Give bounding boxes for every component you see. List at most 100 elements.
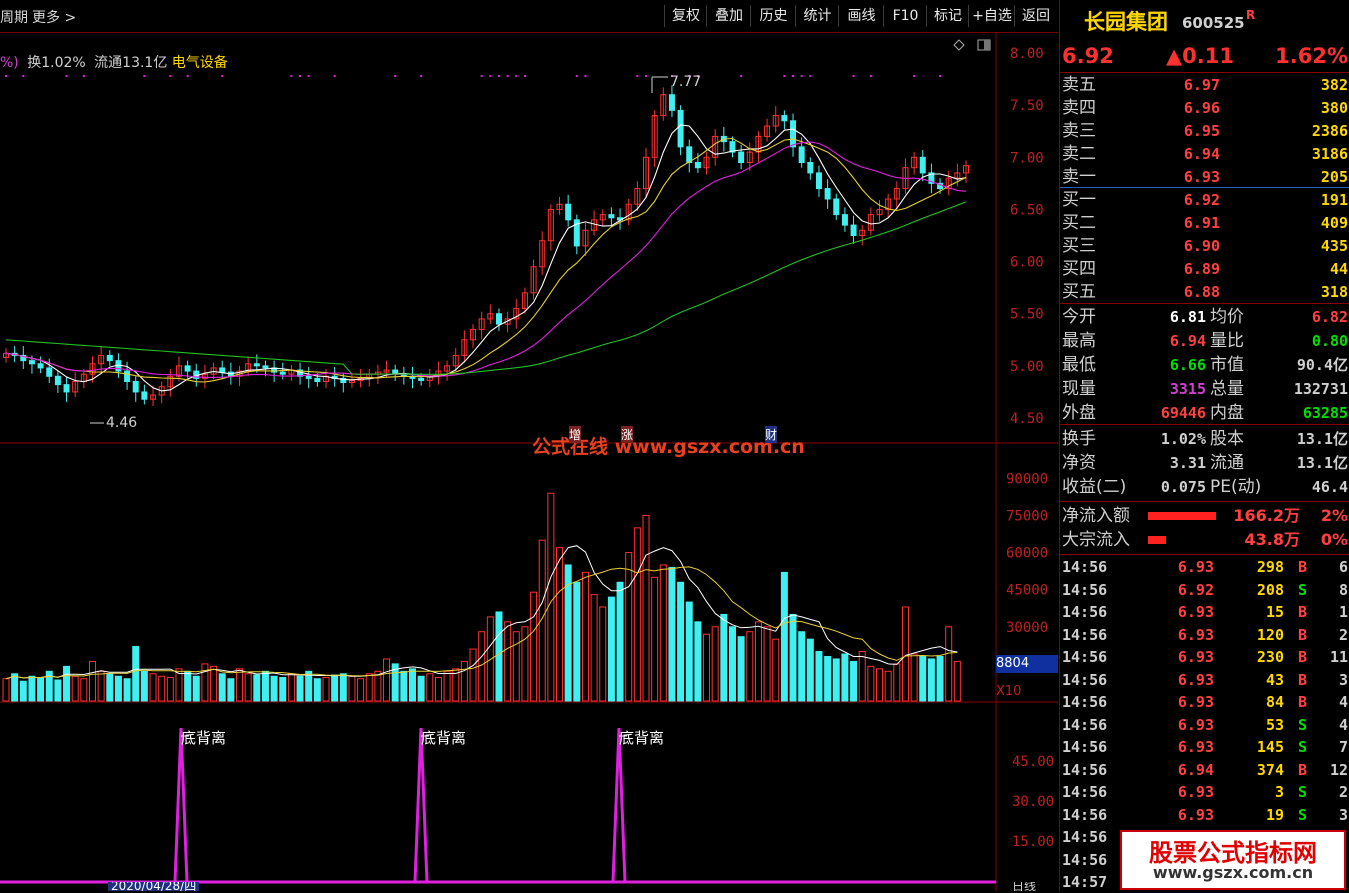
order-volume: 380 xyxy=(1320,99,1348,117)
order-label: 卖一 xyxy=(1062,167,1096,187)
candle-body xyxy=(262,365,269,369)
volume-bar xyxy=(780,571,788,702)
stat-row: 今开 6.81 均价 6.82 xyxy=(1060,305,1349,329)
volume-bar xyxy=(339,673,347,702)
info-turnover: 换1.02% xyxy=(27,55,86,71)
tick-time: 14:56 xyxy=(1062,580,1108,599)
stat-value: 6.81 xyxy=(1169,308,1206,326)
marker-zeng[interactable]: 增 xyxy=(569,426,582,443)
more-menu[interactable]: 更多 > xyxy=(32,7,76,27)
signal-dot xyxy=(783,75,786,77)
tick-row: 14:56 6.94 374 B 12 xyxy=(1060,759,1349,781)
volume-bar xyxy=(357,678,365,702)
candle-body xyxy=(815,172,822,190)
toolbar-button-5[interactable]: F10 xyxy=(883,5,927,27)
kline-chart[interactable]: 8.00 7.50 7.00 6.50 6.00 5.50 5.00 4.50 90000 750… xyxy=(0,33,1058,891)
stat-label: 内盘 xyxy=(1210,403,1244,423)
volume-bar xyxy=(850,660,858,702)
volume-bar xyxy=(832,658,840,702)
tick-volume: 43 xyxy=(1265,670,1284,689)
flow-value: 43.8万 xyxy=(1244,530,1300,549)
flow-row: 净流入额 166.2万 2% xyxy=(1060,504,1349,528)
tick-price: 6.93 xyxy=(1177,693,1214,711)
order-book-row: 买三 6.90 435 xyxy=(1060,235,1349,258)
signal-dot xyxy=(489,75,492,77)
toolbar-button-4[interactable]: 画线 xyxy=(838,5,884,27)
period-label[interactable]: 周期 xyxy=(0,7,28,27)
order-volume: 191 xyxy=(1320,191,1348,209)
stock-flag: R xyxy=(1246,8,1256,22)
flow-bar xyxy=(1148,512,1216,520)
toolbar-button-6[interactable]: 标记 xyxy=(926,5,969,27)
stat-row: 现量 3315 总量 132731 xyxy=(1060,377,1349,401)
panel-toggle-icon[interactable] xyxy=(977,36,991,51)
tick-side: B xyxy=(1298,693,1308,711)
volume-bar xyxy=(279,677,287,702)
tick-count: 8 xyxy=(1338,580,1348,599)
marker-zhang[interactable]: 涨 xyxy=(621,426,634,443)
signal-dot xyxy=(636,75,639,77)
volume-axis-label: 60000 xyxy=(1006,546,1048,562)
stat-label: 最高 xyxy=(1062,331,1096,351)
order-label: 买四 xyxy=(1062,259,1096,279)
volume-bar xyxy=(296,675,304,702)
order-price: 6.91 xyxy=(1183,214,1220,232)
order-price: 6.94 xyxy=(1183,145,1220,163)
toolbar-button-3[interactable]: 统计 xyxy=(795,5,839,27)
toolbar-button-0[interactable]: 复权 xyxy=(664,5,707,27)
last-price: 6.92 xyxy=(1062,44,1114,68)
order-volume: 44 xyxy=(1329,260,1348,278)
order-price: 6.90 xyxy=(1183,237,1220,255)
tick-side: S xyxy=(1298,783,1308,801)
candle-body xyxy=(850,224,857,236)
volume-bar xyxy=(772,638,780,702)
toolbar-button-1[interactable]: 叠加 xyxy=(706,5,751,27)
signal-dot xyxy=(22,75,25,77)
tick-side: S xyxy=(1298,715,1308,734)
info-float: 流通13.1亿 xyxy=(94,55,168,71)
volume-bar xyxy=(806,638,814,702)
order-book-row: 买二 6.91 409 xyxy=(1060,212,1349,235)
price-axis-label: 8.00 xyxy=(1010,46,1044,62)
volume-bar xyxy=(443,670,451,702)
candle-body xyxy=(738,151,745,163)
price-change: ▲0.11 xyxy=(1166,44,1234,68)
candle-body xyxy=(418,377,425,381)
signal-dot xyxy=(221,75,224,77)
toolbar-button-2[interactable]: 历史 xyxy=(750,5,796,27)
volume-bar xyxy=(573,581,581,702)
toolbar-button-7[interactable]: +自选 xyxy=(968,5,1015,27)
toolbar-button-8[interactable]: 返回 xyxy=(1014,5,1057,27)
signal-dot xyxy=(290,75,293,77)
info-sector: 电气设备 xyxy=(171,55,228,71)
volume-bar xyxy=(400,670,408,702)
volume-bar xyxy=(824,655,832,702)
volume-bar xyxy=(893,663,901,702)
candle-body xyxy=(668,94,675,111)
candle-body xyxy=(279,371,286,375)
stat-value: 3.31 xyxy=(1169,454,1206,472)
volume-bar xyxy=(728,626,736,702)
signal-dot xyxy=(575,75,578,77)
marker-cai[interactable]: 财 xyxy=(765,426,778,443)
order-price: 6.93 xyxy=(1183,168,1220,186)
candle-body xyxy=(106,354,113,362)
tick-side: B xyxy=(1298,670,1308,689)
volume-bar xyxy=(625,552,633,702)
diamond-icon[interactable] xyxy=(953,36,965,51)
volume-bar xyxy=(365,673,373,702)
signal-dot xyxy=(497,75,500,77)
signal-dot xyxy=(523,75,526,77)
volume-bar xyxy=(936,655,944,702)
order-volume: 382 xyxy=(1320,76,1348,94)
volume-bar xyxy=(642,514,650,702)
volume-bar xyxy=(530,591,538,702)
price-axis-label: 5.00 xyxy=(1010,359,1044,375)
chart-toolbar: 周期 更多 > 复权 叠加 历史 统计 画线 F10 标记 +自选 返回 xyxy=(0,0,1058,33)
volume-bar xyxy=(106,673,114,702)
volume-bar xyxy=(512,631,520,702)
stat-value: 69446 xyxy=(1160,404,1206,422)
volume-bar xyxy=(927,658,935,702)
volume-bar xyxy=(218,673,226,702)
order-price: 6.88 xyxy=(1183,283,1220,301)
